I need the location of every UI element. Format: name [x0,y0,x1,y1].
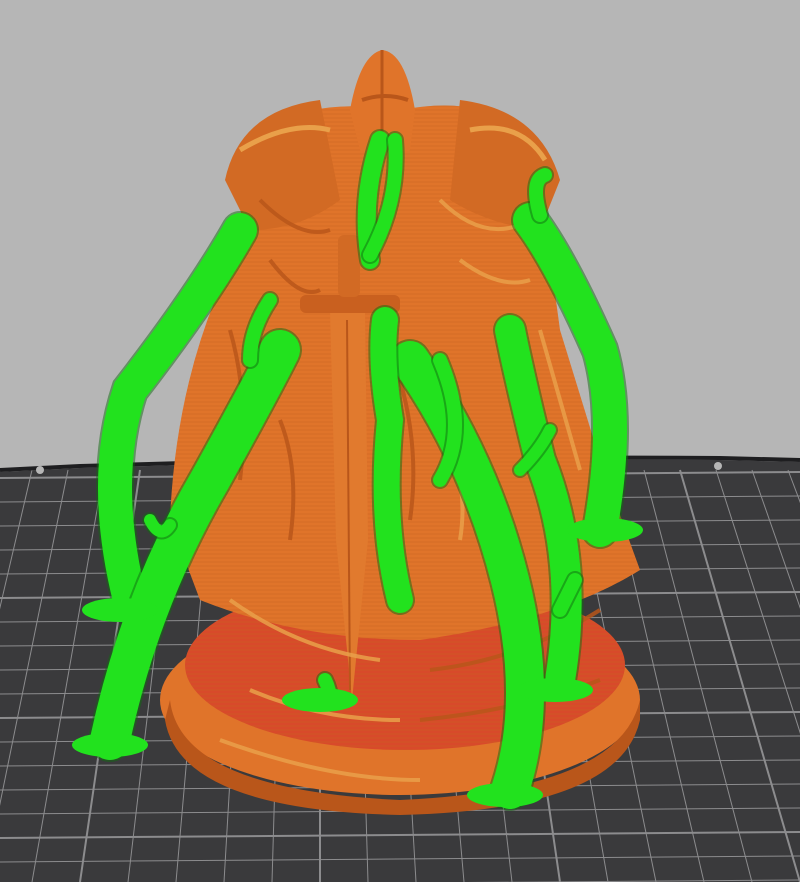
support-foot [282,688,358,712]
support-foot [517,678,593,702]
model-sword-hilt [338,235,360,297]
plate-hole-right [714,462,722,470]
support-foot [467,783,543,807]
3d-viewport[interactable] [0,0,800,882]
support-foot [567,518,643,542]
plate-hole-left [36,466,44,474]
support-foot [82,598,158,622]
support-foot [72,733,148,757]
